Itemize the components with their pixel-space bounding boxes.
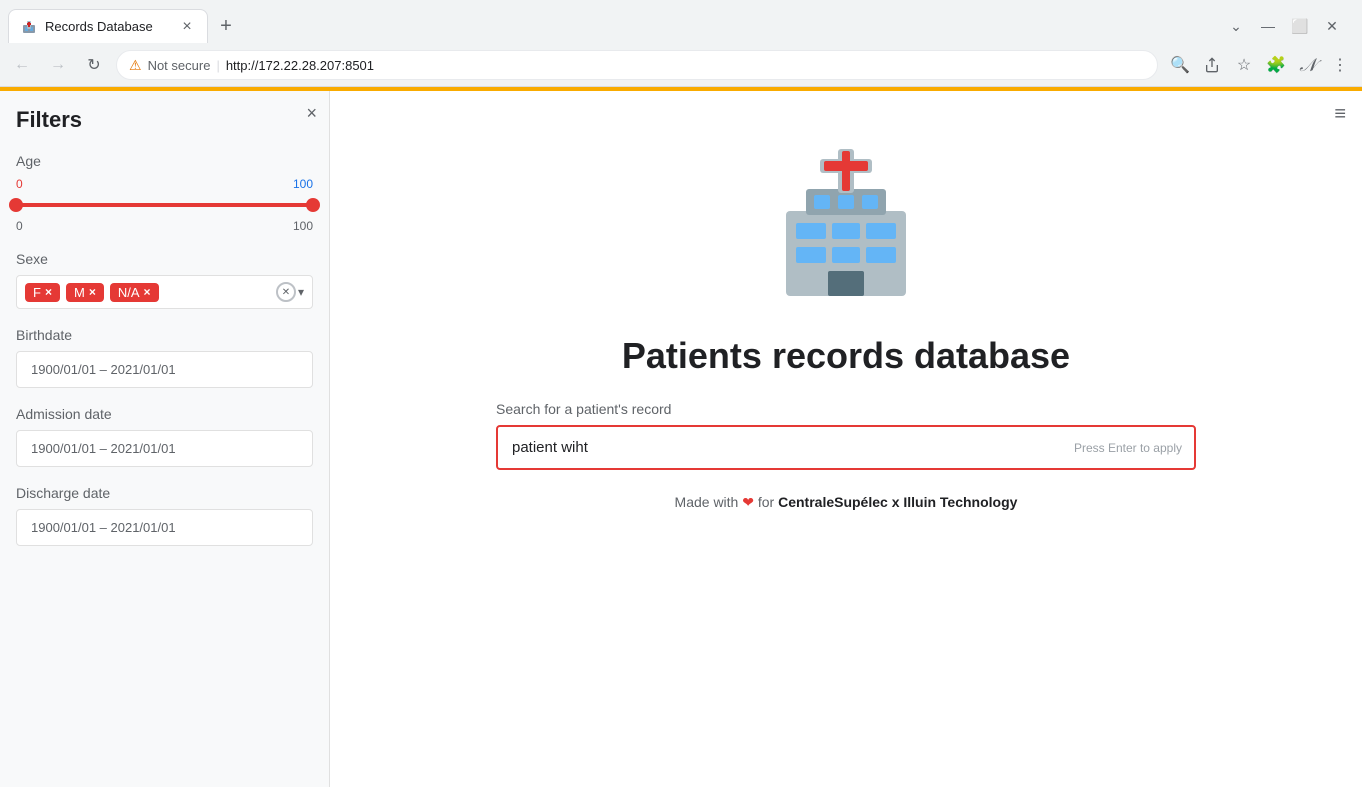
age-range-values: 0 100 [16,177,313,191]
search-toolbar-button[interactable]: 🔍 [1166,51,1194,79]
hospital-icon [756,131,936,311]
share-button[interactable] [1198,51,1226,79]
window-close-button[interactable]: ✕ [1318,12,1346,40]
age-min-value: 0 [16,177,23,191]
toolbar-icons: 🔍 ☆ 🧩 𝒩 ⋮ [1166,51,1354,79]
sexe-circle-icon: ✕ [276,282,296,302]
tab-title: Records Database [45,19,171,34]
footer: Made with ❤ for CentraleSupélec x Illuin… [675,494,1018,511]
url-text: http://172.22.28.207:8501 [226,58,374,73]
age-range-max-label: 100 [293,219,313,233]
security-warning-icon: ⚠ [129,57,142,74]
sexe-dropdown-button[interactable]: ✕ ▾ [276,282,304,302]
sexe-badge-na-text: N/A [118,285,140,300]
hamburger-menu-button[interactable]: ≡ [1334,103,1346,126]
active-tab[interactable]: Records Database × [8,9,208,43]
sexe-badge-f-text: F [33,285,41,300]
new-tab-button[interactable]: + [212,12,240,40]
admission-date-range-box[interactable]: 1900/01/01 – 2021/01/01 [16,430,313,467]
heart-icon: ❤ [742,494,754,510]
filters-title: Filters [16,107,313,133]
extensions-button[interactable]: 🧩 [1262,51,1290,79]
reload-button[interactable]: ↻ [80,51,108,79]
window-maximize-button[interactable]: ⬜ [1286,12,1314,40]
address-bar: ← → ↻ ⚠ Not secure | http://172.22.28.20… [0,44,1362,86]
birthdate-range-box[interactable]: 1900/01/01 – 2021/01/01 [16,351,313,388]
tab-bar: Records Database × + ⌄ — ⬜ ✕ [0,0,1362,44]
address-input[interactable]: ⚠ Not secure | http://172.22.28.207:8501 [116,50,1158,80]
sexe-badge-na-close[interactable]: × [144,285,151,299]
sexe-badge-f: F × [25,283,60,302]
sexe-badge-na: N/A × [110,283,159,302]
sexe-badge-m: M × [66,283,104,302]
sexe-badge-m-text: M [74,285,85,300]
footer-text-made-with: Made with [675,494,739,510]
menu-button[interactable]: ⋮ [1326,51,1354,79]
birthdate-label: Birthdate [16,327,313,343]
tab-close-button[interactable]: × [179,19,195,35]
bookmark-button[interactable]: ☆ [1230,51,1258,79]
app-content: × Filters Age 0 100 0 100 Sexe [0,91,1362,787]
main-content: ≡ [330,91,1362,787]
forward-button[interactable]: → [44,51,72,79]
age-slider-min-thumb[interactable] [9,198,23,212]
age-filter: Age 0 100 0 100 [16,153,313,233]
age-label: Age [16,153,313,169]
sexe-filter: Sexe F × M × N/A × ✕ ▾ [16,251,313,309]
admission-date-label: Admission date [16,406,313,422]
footer-text-for: for [758,494,774,510]
search-label: Search for a patient's record [496,401,1196,417]
search-box: Press Enter to apply [496,425,1196,470]
sexe-label: Sexe [16,251,313,267]
admission-date-filter: Admission date 1900/01/01 – 2021/01/01 [16,406,313,467]
birthdate-filter: Birthdate 1900/01/01 – 2021/01/01 [16,327,313,388]
discharge-date-range-box[interactable]: 1900/01/01 – 2021/01/01 [16,509,313,546]
age-max-value: 100 [293,177,313,191]
window-controls: ⌄ — ⬜ ✕ [1222,8,1354,44]
search-section: Search for a patient's record Press Ente… [496,401,1196,470]
sexe-chevron-icon: ▾ [298,285,304,299]
sexe-badge-f-close[interactable]: × [45,285,52,299]
sexe-container: F × M × N/A × ✕ ▾ [16,275,313,309]
window-chevron-button[interactable]: ⌄ [1222,12,1250,40]
back-button[interactable]: ← [8,51,36,79]
page-title: Patients records database [622,335,1070,377]
sidebar: × Filters Age 0 100 0 100 Sexe [0,91,330,787]
discharge-date-label: Discharge date [16,485,313,501]
slider-fill [16,203,313,207]
tab-favicon [21,19,37,35]
sidebar-close-button[interactable]: × [306,103,317,124]
discharge-date-filter: Discharge date 1900/01/01 – 2021/01/01 [16,485,313,546]
footer-brand: CentraleSupélec x Illuin Technology [778,494,1017,510]
age-slider[interactable] [16,195,313,215]
window-minimize-button[interactable]: — [1254,12,1282,40]
browser-chrome: Records Database × + ⌄ — ⬜ ✕ ← → ↻ ⚠ Not… [0,0,1362,87]
search-input[interactable] [498,427,1194,468]
age-range-min-label: 0 [16,219,23,233]
address-separator: | [216,58,219,73]
sexe-badge-m-close[interactable]: × [89,285,96,299]
profile-button[interactable]: 𝒩 [1294,51,1322,79]
age-slider-max-thumb[interactable] [306,198,320,212]
age-range-labels: 0 100 [16,219,313,233]
hero-section: Patients records database Search for a p… [330,91,1362,511]
not-secure-label: Not secure [148,58,211,73]
